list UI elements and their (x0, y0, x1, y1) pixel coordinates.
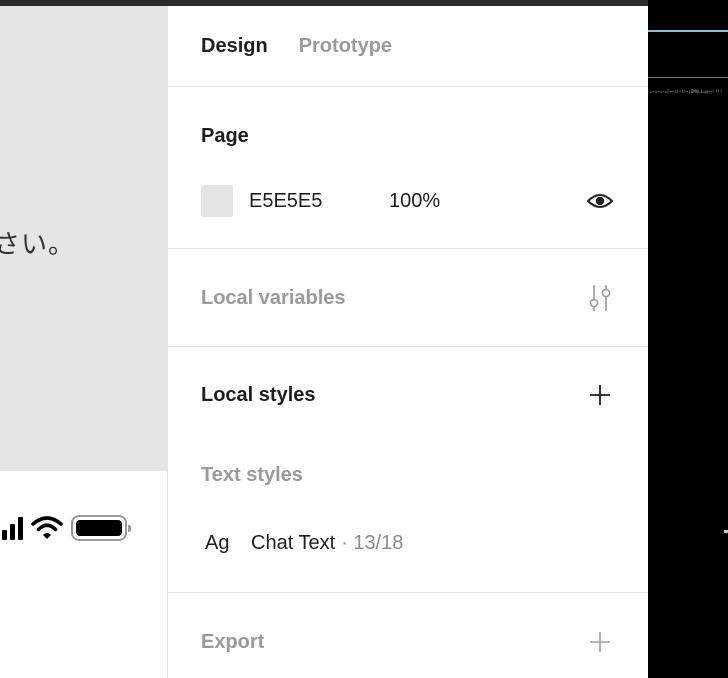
background-window (648, 0, 728, 678)
export-title: Export (201, 631, 265, 653)
text-styles-heading: Text styles (201, 464, 303, 486)
text-style-meta: · 13/18 (341, 531, 404, 554)
local-styles-title: Local styles (201, 384, 316, 406)
page-color-hex-input[interactable]: E5E5E5 (249, 190, 389, 213)
page-section: Page E5E5E5 100% (168, 87, 648, 249)
canvas-text: さい。 (0, 230, 76, 260)
tab-design[interactable]: Design (201, 35, 268, 58)
sliders-icon[interactable] (586, 284, 614, 312)
text-style-preview: Ag (205, 531, 230, 554)
page-opacity-input[interactable]: 100% (389, 190, 440, 213)
background-window-mark (724, 530, 728, 533)
status-bar-icons (0, 513, 131, 543)
background-window-divider (648, 77, 728, 78)
page-section-title: Page (201, 125, 249, 147)
cellular-signal-icon (2, 516, 23, 540)
properties-panel: Design Prototype Page E5E5E5 100% Local … (167, 6, 648, 678)
tab-prototype[interactable]: Prototype (299, 35, 392, 58)
local-variables-section[interactable]: Local variables (168, 249, 648, 347)
plus-icon[interactable] (586, 628, 614, 656)
local-variables-title[interactable]: Local variables (201, 287, 346, 310)
text-style-item[interactable]: Ag Chat Text · 13/18 (205, 527, 614, 559)
phone-frame[interactable] (0, 471, 167, 678)
background-window-text: =~=~=~=(~~)(!!!~)DMALL=@~~!!!! (650, 89, 723, 94)
plus-icon[interactable] (586, 381, 614, 409)
page-fill-row: E5E5E5 100% (201, 185, 614, 217)
panel-tabs: Design Prototype (168, 6, 648, 87)
background-window-line (648, 30, 728, 32)
wifi-icon (31, 516, 63, 539)
page-color-swatch[interactable] (201, 185, 233, 217)
export-section: Export (168, 593, 648, 677)
text-style-name: Chat Text (251, 531, 336, 554)
design-canvas[interactable]: さい。 (0, 6, 167, 678)
eye-icon[interactable] (586, 187, 614, 215)
battery-icon (71, 515, 131, 541)
local-styles-section: Local styles Text styles Ag Chat Text · … (168, 347, 648, 593)
